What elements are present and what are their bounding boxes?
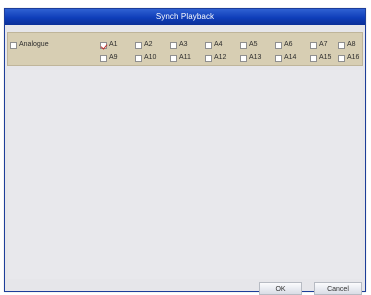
dialog-title: Synch Playback	[5, 9, 365, 25]
channel-a6-checkbox[interactable]: A6	[275, 40, 293, 50]
channel-a6-box[interactable]	[275, 41, 282, 49]
channel-a8-box[interactable]	[338, 41, 345, 49]
channel-a8-label: A8	[347, 41, 356, 48]
synch-playback-dialog: Synch Playback Analogue A1 A2 A3 A4 A5 A…	[4, 8, 366, 295]
channel-a15-label: A15	[319, 54, 332, 61]
channel-a7-box[interactable]	[310, 41, 317, 49]
channel-a16-box[interactable]	[338, 54, 345, 62]
channel-a13-label: A13	[249, 54, 262, 61]
playback-content-area	[8, 70, 362, 279]
channel-a16-label: A16	[347, 54, 360, 61]
channel-a9-checkbox[interactable]: A9	[100, 53, 118, 63]
channel-a12-box[interactable]	[205, 54, 212, 62]
channel-a13-checkbox[interactable]: A13	[240, 53, 261, 63]
channel-a9-label: A9	[109, 54, 118, 61]
channel-a3-box[interactable]	[170, 41, 177, 49]
analogue-label: Analogue	[19, 41, 49, 48]
channel-selection-panel: Analogue A1 A2 A3 A4 A5 A6 A7 A8 A9 A10 …	[7, 32, 363, 66]
channel-a6-label: A6	[284, 41, 293, 48]
channel-a3-label: A3	[179, 41, 188, 48]
channel-a1-checkbox[interactable]: A1	[100, 40, 118, 50]
channel-a5-box[interactable]	[240, 41, 247, 49]
channel-a7-label: A7	[319, 41, 328, 48]
channel-a5-checkbox[interactable]: A5	[240, 40, 258, 50]
channel-a10-label: A10	[144, 54, 157, 61]
channel-a15-checkbox[interactable]: A15	[310, 53, 331, 63]
channel-a2-box[interactable]	[135, 41, 142, 49]
channel-a11-box[interactable]	[170, 54, 177, 62]
channel-a15-box[interactable]	[310, 54, 317, 62]
channel-a11-checkbox[interactable]: A11	[170, 53, 191, 63]
channel-a1-label: A1	[109, 41, 118, 48]
channel-a1-box[interactable]	[100, 41, 108, 50]
analogue-checkbox[interactable]: Analogue	[10, 40, 49, 50]
channel-a9-box[interactable]	[100, 54, 107, 62]
channel-a11-label: A11	[179, 54, 191, 61]
channel-a13-box[interactable]	[240, 54, 247, 62]
checkmark-icon	[100, 41, 108, 50]
channel-a12-label: A12	[214, 54, 227, 61]
ok-button[interactable]: OK	[259, 282, 302, 295]
channel-a14-checkbox[interactable]: A14	[275, 53, 296, 63]
channel-a10-checkbox[interactable]: A10	[135, 53, 156, 63]
cancel-button[interactable]: Cancel	[314, 282, 362, 295]
channel-a8-checkbox[interactable]: A8	[338, 40, 356, 50]
channel-a12-checkbox[interactable]: A12	[205, 53, 226, 63]
channel-a2-label: A2	[144, 41, 153, 48]
channel-a3-checkbox[interactable]: A3	[170, 40, 188, 50]
channel-a4-box[interactable]	[205, 41, 212, 49]
analogue-checkbox-box[interactable]	[10, 41, 17, 49]
channel-a10-box[interactable]	[135, 54, 142, 62]
channel-a14-label: A14	[284, 54, 297, 61]
channel-a4-label: A4	[214, 41, 223, 48]
channel-a7-checkbox[interactable]: A7	[310, 40, 328, 50]
channel-a14-box[interactable]	[275, 54, 282, 62]
channel-a4-checkbox[interactable]: A4	[205, 40, 223, 50]
channel-a16-checkbox[interactable]: A16	[338, 53, 359, 63]
channel-a2-checkbox[interactable]: A2	[135, 40, 153, 50]
channel-a5-label: A5	[249, 41, 258, 48]
